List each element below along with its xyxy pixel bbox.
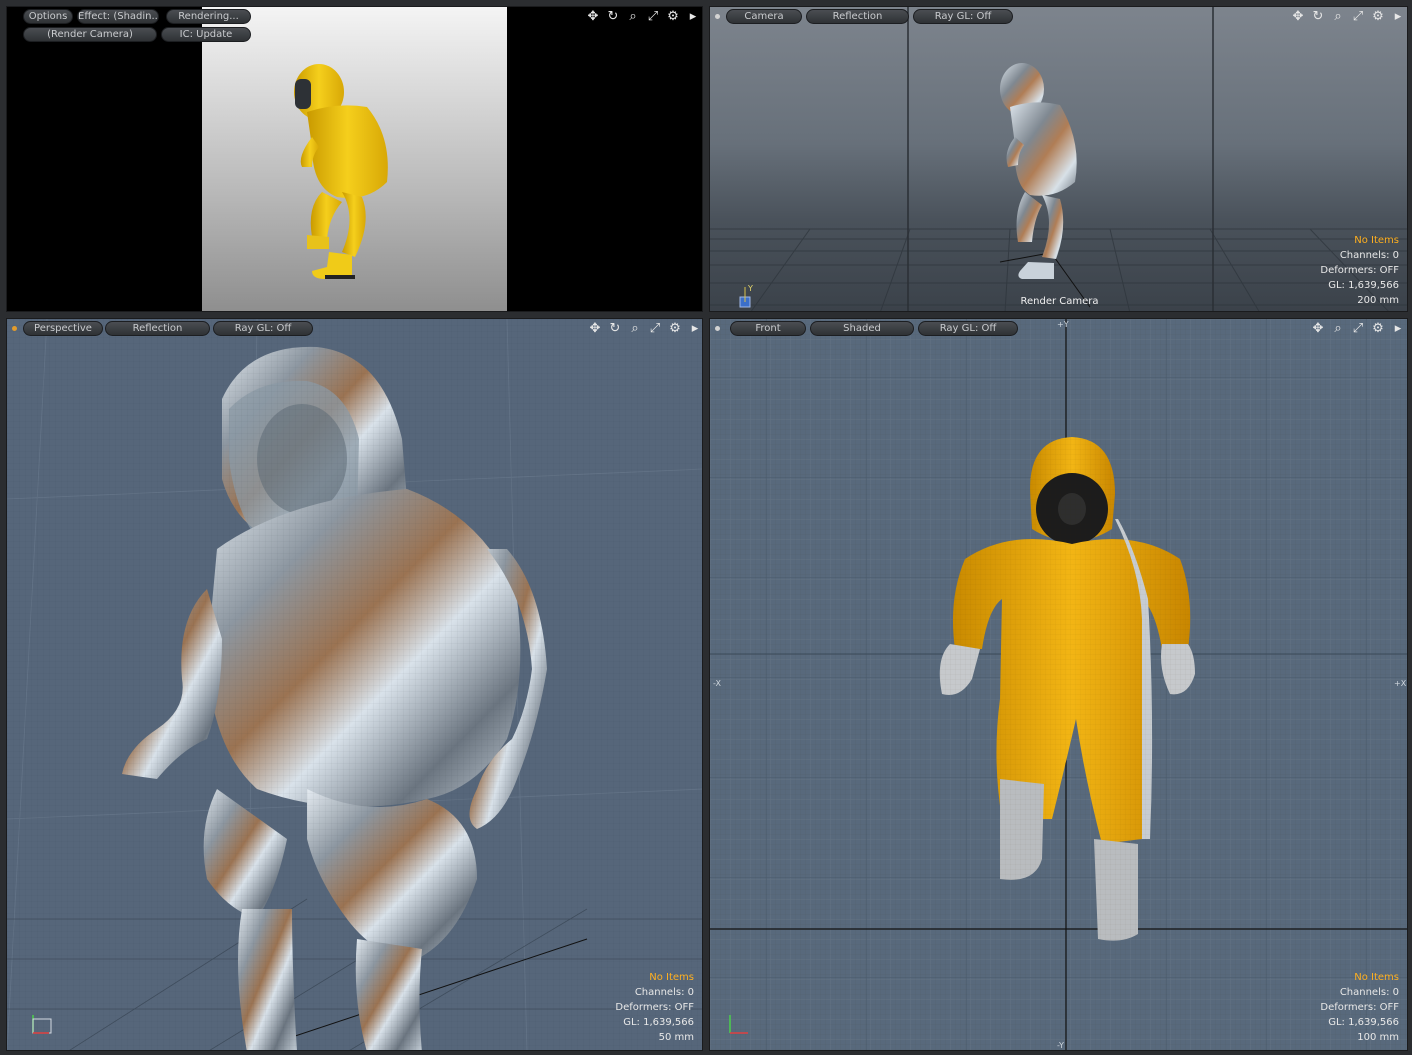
move-icon[interactable]: ✥ — [1310, 321, 1326, 337]
gl-status: GL: 1,639,566 — [1328, 280, 1399, 291]
camera-view-info: No Items Channels: 0 Deformers: OFF GL: … — [1320, 233, 1399, 308]
zoom-icon[interactable]: ⌕ — [627, 321, 643, 337]
perspective-scene — [7, 319, 702, 1050]
svg-text:Y: Y — [747, 284, 753, 293]
effect-shading-button[interactable]: Effect: (Shadin... — [77, 9, 159, 24]
axis-label-minus-y: -Y — [1057, 1041, 1064, 1050]
channels-status: Channels: 0 — [1339, 987, 1399, 998]
render-camera-label: Render Camera — [1020, 296, 1099, 307]
tab-shaded[interactable]: Shaded — [810, 321, 914, 336]
front-viewport[interactable]: Front Shaded Ray GL: Off ✥ ⌕ ⤢ ⚙ ▸ +Y -Y… — [709, 318, 1408, 1051]
maximize-icon[interactable]: ⤢ — [647, 321, 663, 337]
items-status: No Items — [649, 972, 694, 983]
tab-front[interactable]: Front — [730, 321, 806, 336]
render-preview-viewport[interactable]: Options Effect: (Shadin... Rendering... … — [6, 6, 703, 312]
tab-ray-gl[interactable]: Ray GL: Off — [213, 321, 313, 336]
expand-arrow-icon[interactable]: ▸ — [1390, 9, 1406, 25]
ic-update-button[interactable]: IC: Update — [161, 27, 251, 42]
expand-arrow-icon[interactable]: ▸ — [1390, 321, 1406, 337]
perspective-viewport[interactable]: Perspective Reflection Ray GL: Off ✥ ↻ ⌕… — [6, 318, 703, 1051]
axis-label-plus-y: +Y — [1057, 320, 1069, 329]
tab-perspective[interactable]: Perspective — [23, 321, 103, 336]
rotate-icon[interactable]: ↻ — [605, 9, 621, 25]
deformers-status: Deformers: OFF — [1320, 265, 1399, 276]
front-view-toolbar: ✥ ⌕ ⤢ ⚙ ▸ — [1310, 321, 1406, 337]
camera-view-toolbar: ✥ ↻ ⌕ ⤢ ⚙ ▸ — [1290, 9, 1406, 25]
expand-arrow-icon[interactable]: ▸ — [687, 321, 702, 337]
viewport-bullet[interactable] — [715, 14, 720, 19]
render-preview-image — [7, 7, 702, 311]
rotate-icon[interactable]: ↻ — [607, 321, 623, 337]
tab-camera[interactable]: Camera — [726, 9, 802, 24]
deformers-status: Deformers: OFF — [1320, 1002, 1399, 1013]
items-status: No Items — [1354, 235, 1399, 246]
viewport-bullet[interactable] — [715, 326, 720, 331]
settings-icon[interactable]: ⚙ — [667, 321, 683, 337]
zoom-icon[interactable]: ⌕ — [1330, 9, 1346, 25]
render-camera-button[interactable]: (Render Camera) — [23, 27, 157, 42]
rotate-icon[interactable]: ↻ — [1310, 9, 1326, 25]
camera-viewport[interactable]: Camera Reflection Ray GL: Off ✥ ↻ ⌕ ⤢ ⚙ … — [709, 6, 1408, 312]
front-scene — [710, 319, 1407, 1050]
front-view-info: No Items Channels: 0 Deformers: OFF GL: … — [1320, 970, 1399, 1045]
channels-status: Channels: 0 — [634, 987, 694, 998]
zoom-icon[interactable]: ⌕ — [625, 9, 641, 25]
render-view-toolbar: ✥ ↻ ⌕ ⤢ ⚙ ▸ — [585, 9, 701, 25]
perspective-view-info: No Items Channels: 0 Deformers: OFF GL: … — [615, 970, 694, 1045]
viewport-bullet[interactable] — [12, 326, 17, 331]
move-icon[interactable]: ✥ — [585, 9, 601, 25]
expand-arrow-icon[interactable]: ▸ — [685, 9, 701, 25]
grid-scale: 200 mm — [1357, 295, 1399, 306]
grid-scale: 100 mm — [1357, 1032, 1399, 1043]
tab-reflection[interactable]: Reflection — [105, 321, 210, 336]
move-icon[interactable]: ✥ — [587, 321, 603, 337]
tab-reflection[interactable]: Reflection — [806, 9, 909, 24]
settings-icon[interactable]: ⚙ — [1370, 321, 1386, 337]
gl-status: GL: 1,639,566 — [623, 1017, 694, 1028]
rendering-button[interactable]: Rendering... — [166, 9, 251, 24]
deformers-status: Deformers: OFF — [615, 1002, 694, 1013]
maximize-icon[interactable]: ⤢ — [645, 9, 661, 25]
axis-gizmo-icon — [729, 1015, 748, 1034]
options-button[interactable]: Options — [23, 9, 73, 24]
maximize-icon[interactable]: ⤢ — [1350, 321, 1366, 337]
zoom-icon[interactable]: ⌕ — [1330, 321, 1346, 337]
move-icon[interactable]: ✥ — [1290, 9, 1306, 25]
gl-status: GL: 1,639,566 — [1328, 1017, 1399, 1028]
channels-status: Channels: 0 — [1339, 250, 1399, 261]
perspective-view-toolbar: ✥ ↻ ⌕ ⤢ ⚙ ▸ — [587, 321, 702, 337]
axis-label-plus-x: +X — [1394, 679, 1407, 688]
axis-gizmo-icon — [32, 1015, 52, 1034]
tab-ray-gl[interactable]: Ray GL: Off — [913, 9, 1013, 24]
maximize-icon[interactable]: ⤢ — [1350, 9, 1366, 25]
tab-ray-gl[interactable]: Ray GL: Off — [918, 321, 1018, 336]
camera-scene — [710, 7, 1407, 311]
settings-icon[interactable]: ⚙ — [1370, 9, 1386, 25]
settings-icon[interactable]: ⚙ — [665, 9, 681, 25]
grid-scale: 50 mm — [658, 1032, 694, 1043]
axis-label-minus-x: -X — [713, 679, 721, 688]
items-status: No Items — [1354, 972, 1399, 983]
